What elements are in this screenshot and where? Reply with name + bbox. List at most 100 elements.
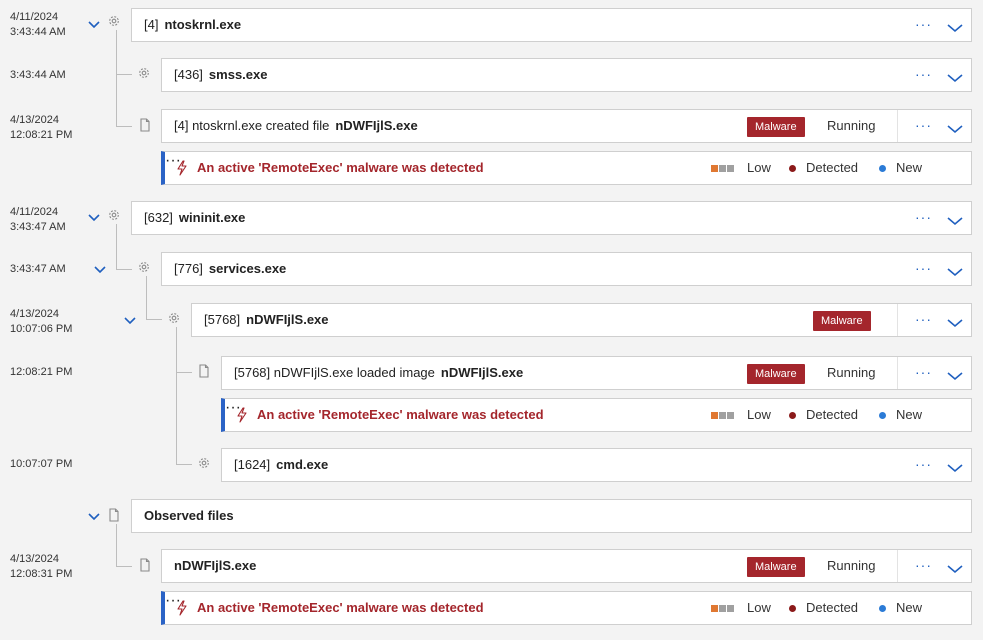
severity-label: Low [747, 600, 771, 615]
process-card-ndwfijls[interactable]: [5768] nDWFIjlS.exe Malware ··· [191, 303, 972, 337]
chevron-down-icon[interactable] [947, 20, 963, 33]
gear-icon [107, 14, 121, 28]
process-card-cmd[interactable]: [1624] cmd.exe ··· [221, 448, 972, 482]
alert-card[interactable]: An active 'RemoteExec' malware was detec… [221, 398, 972, 432]
process-card-wininit[interactable]: [632] wininit.exe ··· [131, 201, 972, 235]
observed-files-header[interactable]: Observed files [131, 499, 972, 533]
more-options-button[interactable]: ··· [915, 550, 932, 580]
tree-connector [116, 224, 117, 269]
state-dot [879, 165, 886, 172]
alert-card[interactable]: An active 'RemoteExec' malware was detec… [161, 591, 972, 625]
chevron-down-icon[interactable] [124, 314, 136, 326]
alert-title[interactable]: An active 'RemoteExec' malware was detec… [257, 399, 544, 431]
lightning-icon [175, 160, 189, 176]
process-title: [632] wininit.exe [144, 202, 245, 234]
file-name: nDWFIjlS.exe [335, 118, 418, 133]
timestamp: 4/11/2024 3:43:44 AM [10, 11, 66, 38]
chevron-down-icon[interactable] [947, 315, 963, 328]
state-label: New [896, 600, 923, 615]
severity-indicator [711, 412, 739, 419]
process-title: [776] services.exe [174, 253, 286, 285]
chevron-down-icon[interactable] [88, 18, 100, 30]
divider [897, 550, 898, 582]
process-title: [5768] nDWFIjlS.exe [204, 304, 329, 336]
process-id: [632] [144, 210, 173, 225]
timestamp: 10:07:07 PM [10, 458, 73, 470]
process-id: [776] [174, 261, 203, 276]
more-options-button[interactable]: ··· [915, 357, 932, 387]
event-description: [5768] nDWFIjlS.exe loaded image [234, 365, 435, 380]
tree-connector [176, 327, 177, 464]
file-icon [197, 364, 211, 378]
process-card-smss[interactable]: [436] smss.exe ··· [161, 58, 972, 92]
severity-indicator [711, 165, 739, 172]
process-title: [4] ntoskrnl.exe [144, 9, 241, 41]
chevron-down-icon[interactable] [94, 263, 106, 275]
severity-label: Low [747, 407, 771, 422]
malware-badge: Malware [747, 117, 805, 137]
gear-icon [167, 311, 181, 325]
timestamp: 12:08:21 PM [10, 366, 73, 378]
divider [897, 357, 898, 389]
gear-icon [137, 260, 151, 274]
divider [897, 304, 898, 336]
chevron-down-icon[interactable] [947, 460, 963, 473]
status-label: Detected [806, 600, 859, 615]
event-title: [5768] nDWFIjlS.exe loaded image nDWFIjlS… [234, 357, 523, 389]
severity-label: Low [747, 160, 771, 175]
tree-connector [116, 269, 132, 270]
chevron-down-icon[interactable] [88, 211, 100, 223]
chevron-down-icon[interactable] [947, 264, 963, 277]
file-event-card[interactable]: [4] ntoskrnl.exe created file nDWFIjlS.ex… [161, 109, 972, 143]
tree-connector [146, 319, 162, 320]
process-title: [1624] cmd.exe [234, 449, 328, 481]
more-options-button[interactable]: ··· [915, 110, 932, 140]
status-dot [789, 605, 796, 612]
image-load-event-card[interactable]: [5768] nDWFIjlS.exe loaded image nDWFIjlS… [221, 356, 972, 390]
alert-title[interactable]: An active 'RemoteExec' malware was detec… [197, 592, 484, 624]
tree-connector [116, 566, 132, 567]
more-options-button[interactable]: ··· [915, 304, 932, 334]
more-options-button[interactable]: ··· [915, 449, 932, 479]
observed-file-card[interactable]: nDWFIjlS.exe Malware Running ··· [161, 549, 972, 583]
more-options-button[interactable]: ··· [915, 202, 932, 232]
gear-icon [107, 208, 121, 222]
tree-connector [116, 74, 132, 75]
process-name: services.exe [208, 261, 287, 276]
file-icon [107, 508, 121, 522]
chevron-down-icon[interactable] [947, 121, 963, 134]
file-icon [138, 118, 152, 132]
more-options-button[interactable]: ··· [915, 59, 932, 89]
file-title: nDWFIjlS.exe [174, 550, 256, 582]
state-label: New [896, 407, 923, 422]
chevron-down-icon[interactable] [947, 70, 963, 83]
timestamp: 4/13/2024 10:07:06 PM [10, 308, 73, 335]
running-status: Running [827, 118, 876, 133]
section-title: Observed files [144, 500, 234, 532]
tree-connector [176, 372, 192, 373]
tree-connector [116, 524, 117, 566]
chevron-down-icon[interactable] [947, 368, 963, 381]
timestamp: 4/11/2024 3:43:47 AM [10, 206, 66, 233]
alert-title[interactable]: An active 'RemoteExec' malware was detec… [197, 152, 484, 184]
process-card-ntoskrnl[interactable]: [4] ntoskrnl.exe ··· [131, 8, 972, 42]
running-status: Running [827, 558, 876, 573]
file-name: nDWFIjlS.exe [174, 558, 257, 573]
process-card-services[interactable]: [776] services.exe ··· [161, 252, 972, 286]
state-label: New [896, 160, 923, 175]
more-options-button[interactable]: ··· [915, 9, 932, 39]
chevron-down-icon[interactable] [88, 510, 100, 522]
more-options-button[interactable]: ··· [915, 253, 932, 283]
timestamp: 3:43:47 AM [10, 263, 66, 275]
tree-connector [176, 464, 192, 465]
chevron-down-icon[interactable] [947, 561, 963, 574]
timestamp: 4/13/2024 12:08:21 PM [10, 114, 73, 141]
status-label: Detected [806, 407, 859, 422]
alert-card[interactable]: An active 'RemoteExec' malware was detec… [161, 151, 972, 185]
process-name: smss.exe [208, 67, 268, 82]
state-dot [879, 605, 886, 612]
timestamp: 3:43:44 AM [10, 69, 66, 81]
chevron-down-icon[interactable] [947, 213, 963, 226]
status-dot [789, 165, 796, 172]
severity-indicator [711, 605, 739, 612]
